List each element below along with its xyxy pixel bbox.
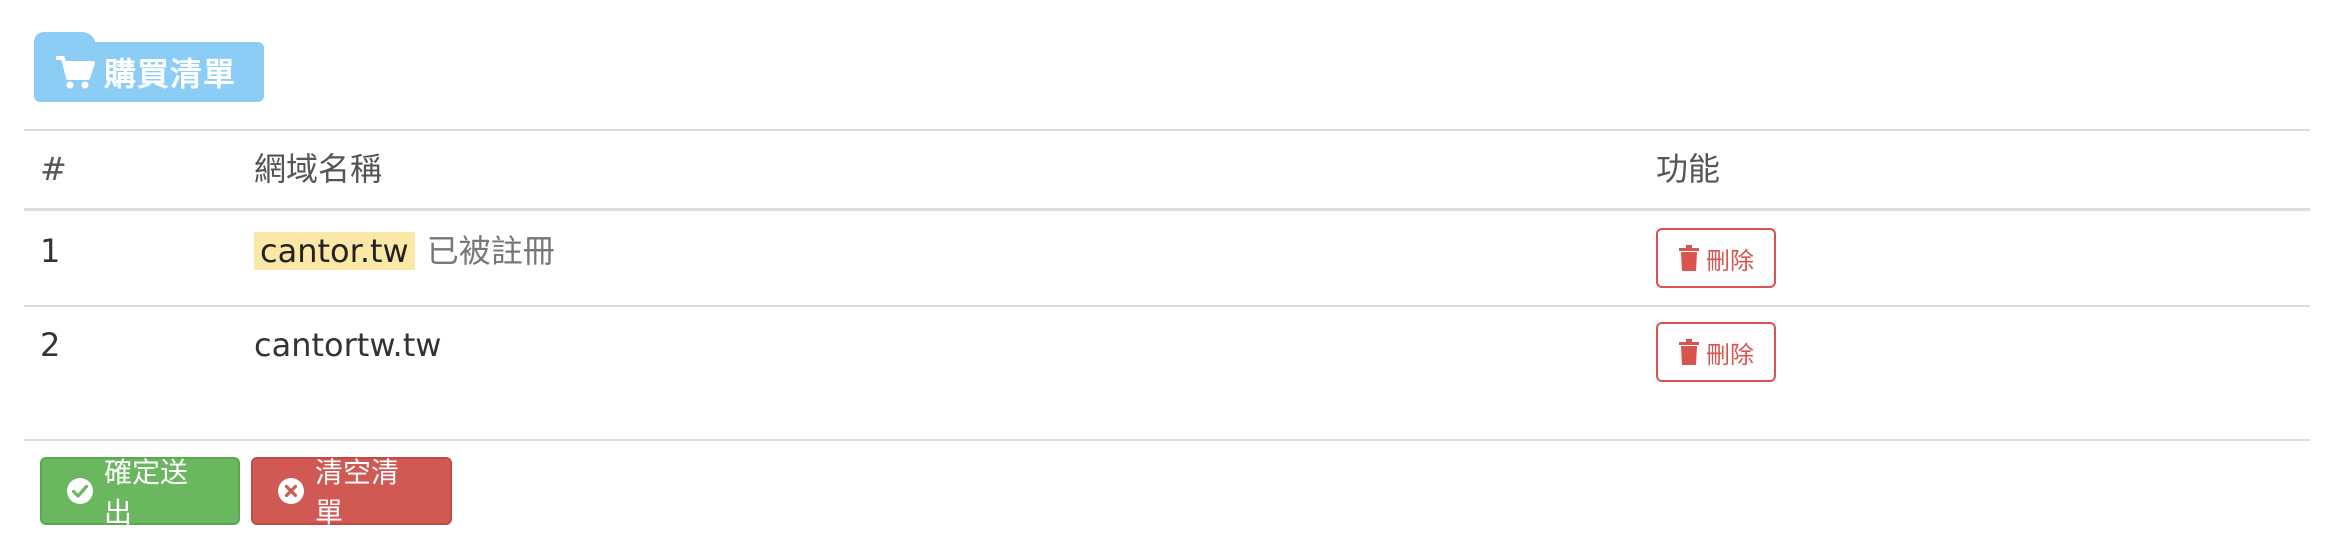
row-divider [24,305,2310,307]
column-header-number: # [40,150,67,188]
clear-list-button[interactable]: 清空清單 [251,456,452,529]
domain-name: cantortw.tw [254,326,442,364]
domain-cell: cantor.tw 已被註冊 [254,231,555,271]
badge-title: 購買清單 [104,55,237,93]
clear-list-label: 清空清單 [315,456,400,529]
delete-button-label: 刪除 [1706,246,1754,275]
trash-icon [1678,339,1700,365]
registered-status-note: 已被註冊 [426,232,555,270]
delete-button[interactable]: 刪除 [1656,322,1776,382]
table-bottom-border [24,439,2310,441]
times-circle-icon [277,477,305,505]
domain-name-highlighted: cantor.tw [254,232,415,270]
row-number: 1 [40,232,61,270]
trash-icon [1678,245,1700,271]
domain-cell: cantortw.tw [254,325,441,365]
shopping-cart-icon [54,52,96,92]
badge-tab-decoration [34,32,96,54]
delete-button[interactable]: 刪除 [1656,228,1776,288]
table-header-border [24,208,2310,211]
confirm-submit-button[interactable]: 確定送出 [40,456,240,529]
column-header-actions: 功能 [1656,150,1721,188]
row-number: 2 [40,326,61,364]
delete-button-label: 刪除 [1706,340,1754,369]
check-circle-icon [66,477,94,505]
confirm-submit-label: 確定送出 [104,456,189,529]
table-top-border [24,129,2310,131]
cart-header-badge: 購買清單 [34,32,265,102]
column-header-domain: 網域名稱 [254,150,383,188]
